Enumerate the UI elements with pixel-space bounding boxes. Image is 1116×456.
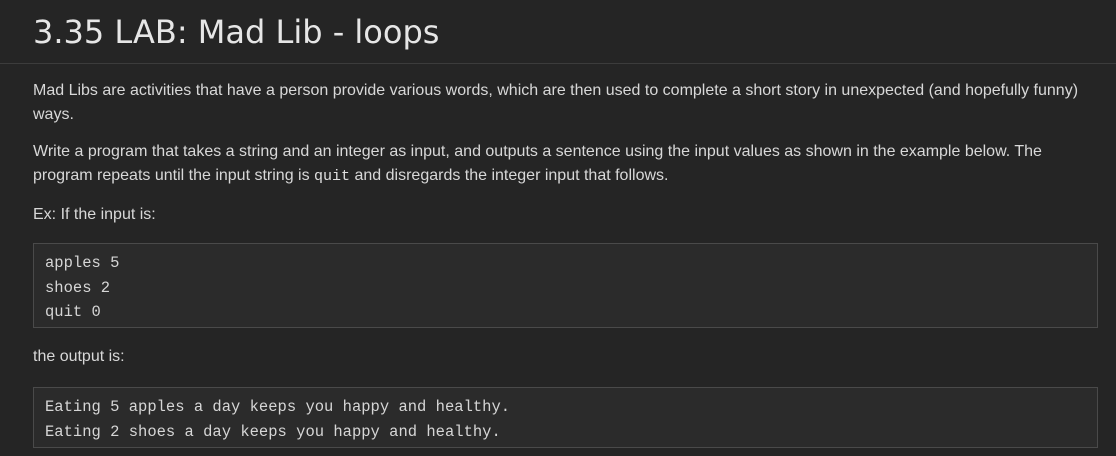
example-input-box: apples 5 shoes 2 quit 0 <box>33 243 1098 328</box>
example-input-label: Ex: If the input is: <box>33 206 156 223</box>
input-line: shoes 2 <box>45 278 111 297</box>
quit-keyword: quit <box>314 168 351 185</box>
output-line: Eating 5 apples a day keeps you happy an… <box>45 398 511 416</box>
title-divider <box>0 63 1116 64</box>
intro-paragraph: Mad Libs are activities that have a pers… <box>33 82 1079 123</box>
example-output-label: the output is: <box>33 348 125 365</box>
task-paragraph: Write a program that takes a string and … <box>33 140 1103 189</box>
task-text-after: and disregards the integer input that fo… <box>350 167 669 184</box>
input-line: apples 5 <box>45 254 120 272</box>
input-line: quit 0 <box>45 303 101 321</box>
output-line: Eating 2 shoes a day keeps you happy and… <box>45 422 501 441</box>
page-title: 3.35 LAB: Mad Lib - loops <box>33 13 440 51</box>
example-output-box: Eating 5 apples a day keeps you happy an… <box>33 387 1098 448</box>
